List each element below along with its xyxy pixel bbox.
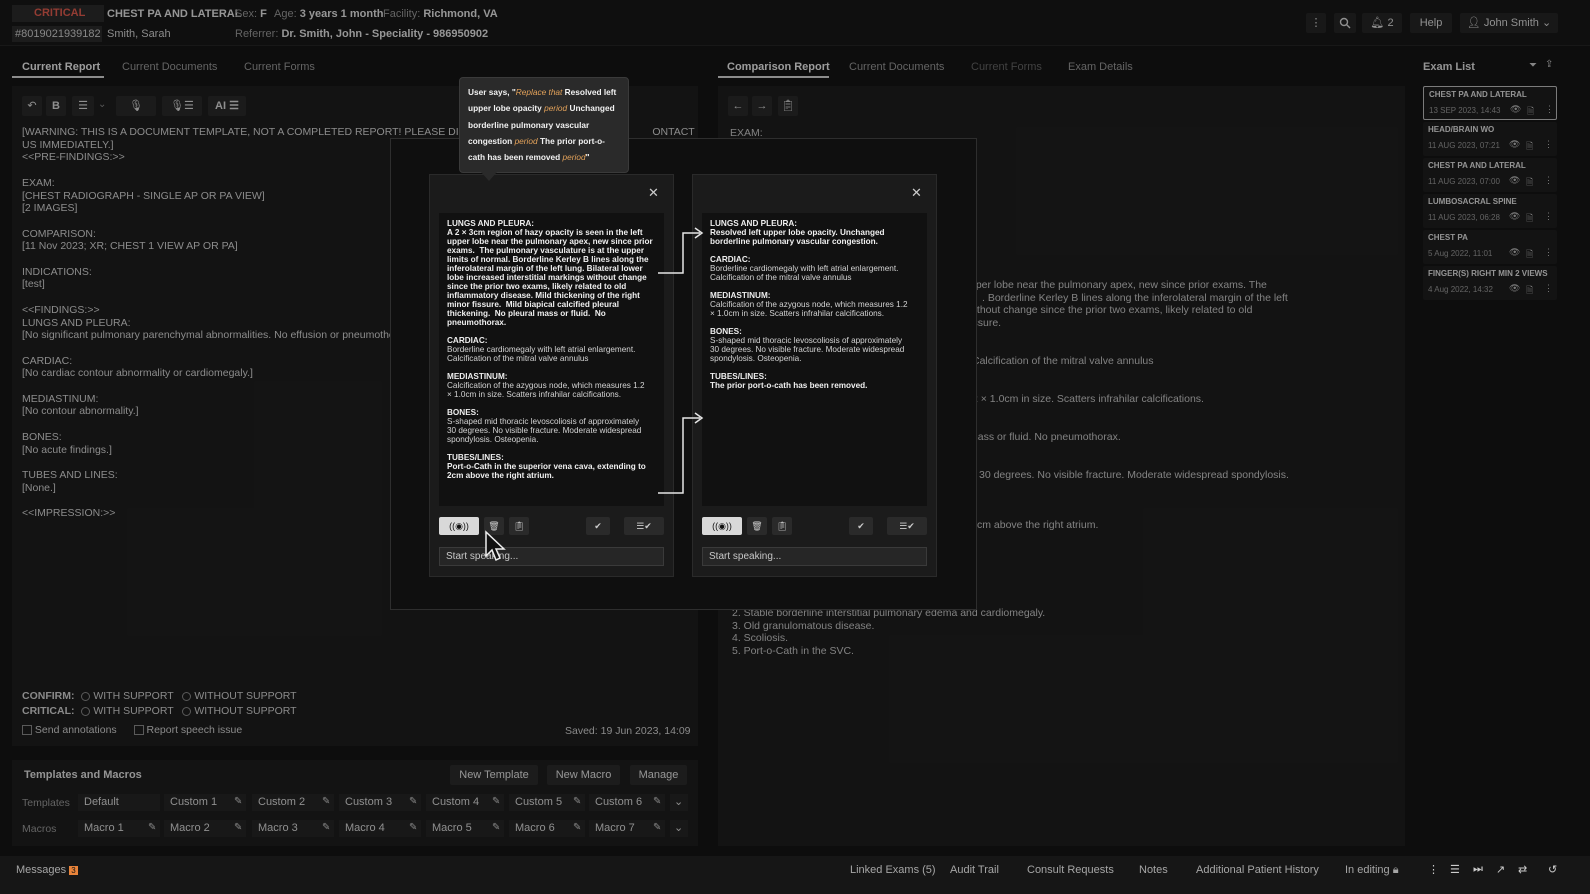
- trash-icon[interactable]: 🗑︎: [747, 517, 767, 535]
- additional-history-link[interactable]: Additional Patient History: [1196, 864, 1319, 876]
- speech-input-right[interactable]: Start speaking...: [702, 547, 927, 566]
- section-heading: CARDIAC:: [710, 255, 751, 264]
- voice-command-tooltip: User says, "Replace that Resolved left u…: [459, 77, 629, 173]
- section-body: Calcification of the azygous node, which…: [710, 300, 908, 318]
- section-heading: BONES:: [710, 327, 742, 336]
- external-link-icon[interactable]: ↗: [1496, 863, 1505, 876]
- section-heading: TUBES/LINES:: [447, 453, 504, 462]
- section-body: Port-o-Cath in the superior vena cava, e…: [447, 462, 646, 480]
- original-text[interactable]: LUNGS AND PLEURA: A 2 × 3cm region of haz…: [439, 213, 664, 506]
- linked-exams-link[interactable]: Linked Exams (5): [850, 864, 936, 876]
- voice-command-icon[interactable]: ((◉)): [439, 517, 479, 535]
- consult-requests-link[interactable]: Consult Requests: [1027, 864, 1114, 876]
- check-icon[interactable]: ✔: [586, 517, 610, 535]
- mouse-cursor-icon: [485, 530, 506, 562]
- check-icon[interactable]: ✔: [849, 517, 873, 535]
- section-heading: TUBES/LINES:: [710, 372, 767, 381]
- section-heading: CARDIAC:: [447, 336, 488, 345]
- section-body: Borderline cardiomegaly with left atrial…: [447, 345, 636, 363]
- section-heading: MEDIASTINUM:: [710, 291, 771, 300]
- close-icon[interactable]: ✕: [911, 185, 922, 201]
- section-body: Resolved left upper lobe opacity. Unchan…: [710, 228, 885, 246]
- voice-command-icon[interactable]: ((◉)): [702, 517, 742, 535]
- revised-text[interactable]: LUNGS AND PLEURA: Resolved left upper lob…: [702, 213, 927, 506]
- sign-icon[interactable]: ↺: [1548, 863, 1557, 876]
- section-heading: MEDIASTINUM:: [447, 372, 508, 381]
- list-check-icon[interactable]: ☰✔: [624, 517, 664, 535]
- section-heading: BONES:: [447, 408, 479, 417]
- more-menu-icon[interactable]: ⋮: [1428, 863, 1439, 876]
- tooltip-pointer: [481, 172, 497, 181]
- section-body: S-shaped mid thoracic levoscoliosis of a…: [710, 336, 905, 363]
- section-body: S-shaped mid thoracic levoscoliosis of a…: [447, 417, 642, 444]
- share-icon[interactable]: ⇄: [1518, 863, 1527, 876]
- section-heading: LUNGS AND PLEURA:: [447, 219, 535, 228]
- section-body: The prior port-o-cath has been removed.: [710, 381, 868, 390]
- section-body: Borderline cardiomegaly with left atrial…: [710, 264, 899, 282]
- transform-arrows: [658, 227, 704, 494]
- list-check-icon[interactable]: ☰✔: [887, 517, 927, 535]
- section-body: A 2 × 3cm region of hazy opacity is seen…: [447, 228, 653, 327]
- section-body: Calcification of the azygous node, which…: [447, 381, 645, 399]
- skip-icon[interactable]: ⏭: [1473, 863, 1483, 876]
- audit-trail-link[interactable]: Audit Trail: [950, 864, 999, 876]
- clipboard-icon[interactable]: 📋︎: [772, 517, 792, 535]
- lock-icon: 🔒︎: [1392, 864, 1399, 876]
- section-heading: LUNGS AND PLEURA:: [710, 219, 798, 228]
- clipboard-icon[interactable]: 📋︎: [509, 517, 529, 535]
- close-icon[interactable]: ✕: [648, 185, 659, 201]
- speech-input-left[interactable]: Start speaking...: [439, 547, 664, 566]
- checklist-icon[interactable]: ☰: [1450, 863, 1460, 876]
- messages-link[interactable]: Messages 3: [16, 864, 78, 876]
- messages-count-badge: 3: [69, 866, 78, 875]
- editing-status: In editing 🔒︎: [1345, 864, 1399, 876]
- notes-link[interactable]: Notes: [1139, 864, 1168, 876]
